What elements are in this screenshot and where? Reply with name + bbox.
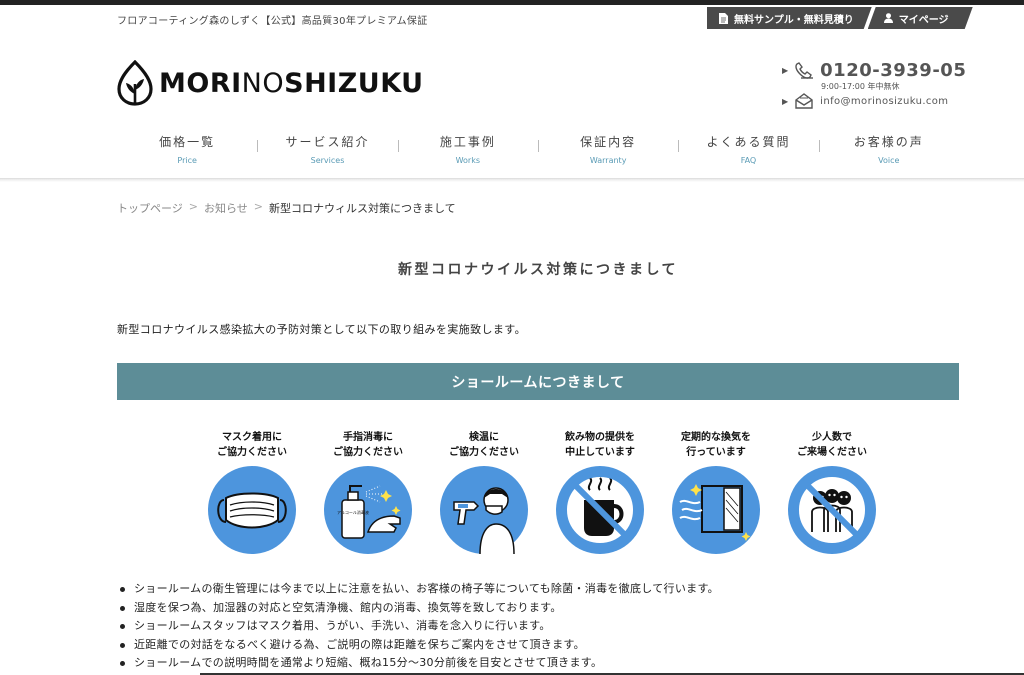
notice-caption: 定期的な換気を 行っています [681, 430, 751, 462]
email-row[interactable]: ▶ info@morinosizuku.com [782, 92, 948, 110]
notice-caption: 少人数で ご来場ください [797, 430, 867, 462]
notice-ventilation: 定期的な換気を 行っています [661, 430, 771, 554]
sanitizer-icon: アルコール消毒液 [324, 466, 412, 554]
contact-info: ▶ 0120-3939-05 9:00-17:00 年中無休 ▶ info@mo… [782, 60, 966, 109]
leaf-drop-icon [117, 60, 153, 106]
caption-line: マスク着用に [222, 432, 282, 443]
nav-item-warranty[interactable]: 保証内容 Warranty [537, 133, 678, 169]
top-border [0, 0, 1024, 5]
nav-label-en: Voice [878, 156, 900, 165]
list-item: ショールームでの説明時間を通常より短縮、概ね15分～30分前後を目安とさせて頂き… [117, 654, 719, 673]
email-address: info@morinosizuku.com [820, 95, 949, 107]
list-item: 湿度を保つ為、加湿器の対応と空気清浄機、館内の消毒、換気等を致しております。 [117, 599, 719, 618]
phone-row[interactable]: ▶ 0120-3939-05 [782, 60, 966, 81]
notice-temperature: 検温に ご協力ください [429, 430, 539, 554]
measures-list: ショールームの衛生管理には今まで以上に注意を払い、お客様の椅子等についても除菌・… [117, 580, 719, 673]
list-item: ショールームの衛生管理には今まで以上に注意を払い、お客様の椅子等についても除菌・… [117, 580, 719, 599]
arrow-icon: ▶ [782, 66, 789, 75]
phone-icon [795, 61, 814, 79]
breadcrumb-home[interactable]: トップページ [117, 200, 183, 216]
page-title: 新型コロナウイルス対策につきまして [397, 262, 679, 278]
mypage-button[interactable]: マイページ [868, 7, 973, 29]
mypage-label: マイページ [898, 14, 949, 26]
free-sample-button[interactable]: 無料サンプル・無料見積り [707, 7, 872, 29]
breadcrumb-news[interactable]: お知らせ [204, 200, 248, 216]
nav-label-en: Services [310, 156, 345, 165]
nav-item-works[interactable]: 施工事例 Works [397, 133, 538, 169]
caption-line: 飲み物の提供を [565, 432, 635, 443]
nav-divider [0, 178, 1024, 182]
caption-line: 中止しています [565, 447, 635, 458]
section-title: ショールームにつきまして [451, 374, 625, 391]
notice-caption: 手指消毒に ご協力ください [333, 430, 403, 462]
logo-shizuku: SHIZUKU [284, 67, 424, 99]
nav-label-jp: 保証内容 [580, 135, 637, 149]
notice-sanitizer: 手指消毒に ご協力ください アルコール消毒液 [313, 430, 423, 554]
nav-label-jp: 価格一覧 [159, 135, 216, 149]
notice-icons: マスク着用に ご協力ください 手指消毒に ご協力ください アルコール消毒液 検温… [197, 430, 887, 554]
bottle-label: アルコール消毒液 [337, 509, 369, 515]
caption-line: 行っています [686, 447, 746, 458]
notice-caption: 検温に ご協力ください [449, 430, 519, 462]
arrow-icon: ▶ [782, 96, 789, 106]
mail-icon [795, 93, 813, 109]
caption-line: ご来場ください [797, 447, 867, 458]
phone-number: 0120-3939-05 [820, 60, 967, 81]
site-tagline: フロアコーティング森のしずく【公式】高品質30年プレミアム保証 [117, 16, 428, 27]
main-nav: 価格一覧 Price サービス紹介 Services 施工事例 Works 保証… [117, 133, 959, 169]
notice-small-groups: 少人数で ご来場ください [777, 430, 887, 554]
notice-caption: マスク着用に ご協力ください [217, 430, 287, 462]
logo-mori: MORI [159, 67, 242, 99]
thermometer-icon [440, 466, 528, 554]
business-hours: 9:00-17:00 年中無休 [821, 82, 900, 91]
mask-icon [208, 466, 296, 554]
caption-line: 定期的な換気を [681, 432, 751, 443]
logo-wordmark: MORINOSHIZUKU [159, 68, 424, 99]
site-logo[interactable]: MORINOSHIZUKU [117, 60, 424, 106]
nav-label-jp: お客様の声 [853, 135, 924, 149]
list-item: ショールームスタッフはマスク着用、うがい、手洗い、消毒を念入りに行います。 [117, 617, 719, 636]
logo-no: NO [241, 67, 285, 99]
user-icon [884, 13, 893, 23]
nav-label-jp: 施工事例 [439, 135, 496, 149]
nav-item-faq[interactable]: よくある質問 FAQ [678, 133, 818, 169]
caption-line: ご協力ください [333, 447, 403, 458]
breadcrumb: トップページ > お知らせ > 新型コロナウィルス対策につきまして [117, 200, 456, 216]
free-sample-label: 無料サンプル・無料見積り [734, 14, 854, 26]
intro-text: 新型コロナウイルス感染拡大の予防対策として以下の取り組みを実施致します。 [117, 323, 526, 336]
nav-label-jp: よくある質問 [706, 135, 791, 149]
notice-caption: 飲み物の提供を 中止しています [565, 430, 635, 462]
caption-line: ご協力ください [449, 447, 519, 458]
caption-line: 検温に [469, 432, 499, 443]
nav-label-en: Works [455, 156, 481, 165]
nav-item-voice[interactable]: お客様の声 Voice [818, 133, 959, 169]
nav-label-jp: サービス紹介 [285, 135, 370, 149]
top-buttons: 無料サンプル・無料見積り マイページ [707, 7, 973, 29]
nav-item-services[interactable]: サービス紹介 Services [257, 133, 397, 169]
no-drinks-icon [556, 466, 644, 554]
caption-line: ご協力ください [217, 447, 287, 458]
nav-item-price[interactable]: 価格一覧 Price [117, 133, 257, 169]
list-item: 近距離での対話をなるべく避ける為、ご説明の際は距離を保ちご案内をさせて頂きます。 [117, 636, 719, 655]
caption-line: 少人数で [812, 432, 852, 443]
notice-mask: マスク着用に ご協力ください [197, 430, 307, 554]
ventilation-icon [672, 466, 760, 554]
caption-line: 手指消毒に [343, 432, 393, 443]
document-icon [719, 13, 728, 24]
section-header-showroom: ショールームにつきまして [117, 363, 959, 400]
nav-label-en: FAQ [740, 156, 757, 165]
nav-label-en: Warranty [589, 156, 627, 165]
no-crowd-icon [788, 466, 876, 554]
breadcrumb-separator: > [253, 200, 263, 213]
breadcrumb-current: 新型コロナウィルス対策につきまして [269, 202, 456, 215]
notice-no-drinks: 飲み物の提供を 中止しています [545, 430, 655, 554]
breadcrumb-separator: > [188, 200, 198, 213]
nav-label-en: Price [177, 156, 197, 165]
